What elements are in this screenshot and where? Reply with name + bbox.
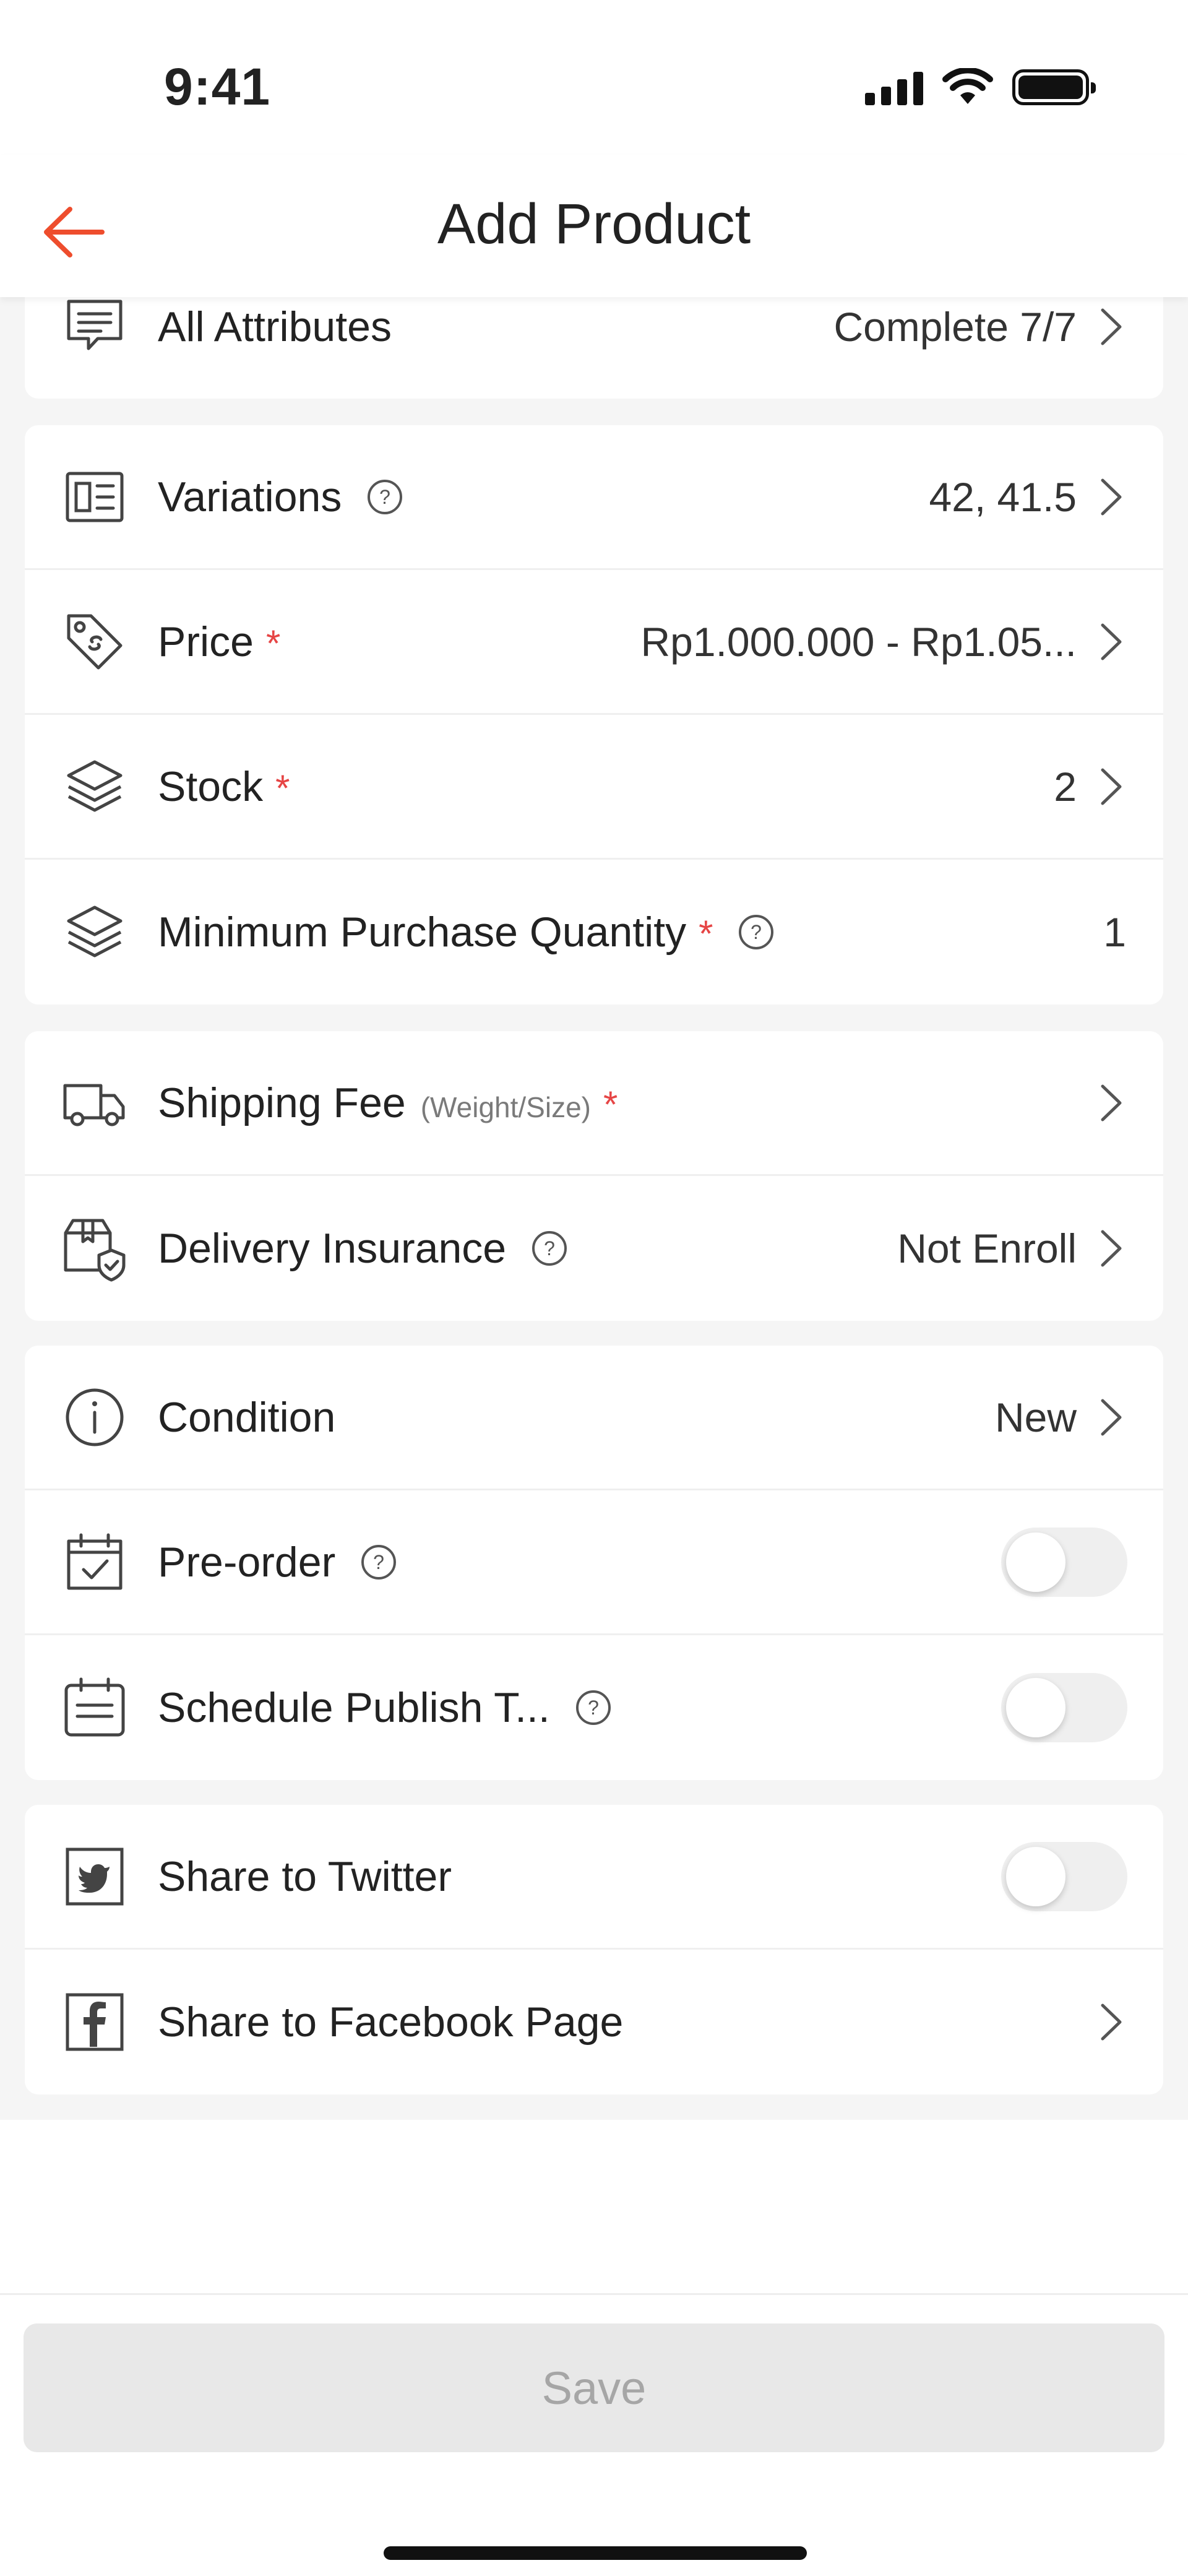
- variations-value: 42, 41.5: [929, 473, 1077, 520]
- all-attributes-label: All Attributes: [158, 303, 392, 350]
- variations-label: Variations: [158, 473, 342, 521]
- share-facebook-label: Share to Facebook Page: [158, 1999, 624, 2046]
- svg-text:?: ?: [379, 486, 390, 508]
- price-tag-icon: [61, 608, 129, 676]
- schedule-publish-row: Schedule Publish T... ?: [25, 1635, 1163, 1780]
- help-icon[interactable]: ?: [366, 478, 403, 516]
- cellular-signal-icon: [865, 68, 923, 105]
- required-marker: *: [603, 1083, 618, 1125]
- chevron-right-icon: [1101, 308, 1122, 345]
- status-icons: [865, 68, 1096, 105]
- status-time: 9:41: [164, 58, 271, 116]
- svg-text:?: ?: [751, 921, 762, 943]
- info-circle-icon: [61, 1383, 129, 1451]
- condition-label: Condition: [158, 1393, 336, 1441]
- chevron-right-icon: [1101, 1230, 1122, 1267]
- share-twitter-row: Share to Twitter: [25, 1805, 1163, 1950]
- calendar-check-icon: [61, 1528, 129, 1596]
- stock-row[interactable]: Stock * 2: [25, 715, 1163, 860]
- delivery-insurance-value: Not Enroll: [897, 1225, 1077, 1271]
- shipping-fee-sublabel: (Weight/Size): [420, 1091, 591, 1123]
- variations-icon: [61, 463, 129, 531]
- help-icon[interactable]: ?: [531, 1230, 568, 1267]
- all-attributes-row[interactable]: All Attributes Complete 7/7: [25, 291, 1163, 363]
- facebook-icon: [61, 1988, 129, 2056]
- navigation-header: Add Product: [0, 155, 1188, 297]
- share-facebook-row[interactable]: Share to Facebook Page: [25, 1950, 1163, 2094]
- svg-text:?: ?: [588, 1696, 599, 1719]
- layers-icon: [61, 898, 129, 966]
- twitter-icon: [61, 1843, 129, 1911]
- required-marker: *: [265, 622, 281, 664]
- chevron-right-icon: [1101, 1084, 1122, 1121]
- chevron-right-icon: [1101, 478, 1122, 515]
- chevron-right-icon: [1101, 1399, 1122, 1435]
- stock-label: Stock: [158, 763, 264, 810]
- schedule-publish-label: Schedule Publish T...: [158, 1684, 550, 1731]
- price-label: Price: [158, 618, 254, 665]
- help-icon[interactable]: ?: [360, 1544, 397, 1581]
- min-purchase-label: Minimum Purchase Quantity: [158, 909, 687, 956]
- list-doc-icon: [61, 291, 129, 359]
- required-marker: *: [275, 767, 290, 809]
- battery-icon: [1012, 69, 1096, 105]
- calendar-schedule-icon: [61, 1674, 129, 1742]
- all-attributes-value: Complete 7/7: [833, 304, 1077, 350]
- svg-text:?: ?: [373, 1551, 384, 1573]
- pre-order-toggle[interactable]: [1001, 1527, 1127, 1597]
- condition-row[interactable]: Condition New: [25, 1346, 1163, 1490]
- shipping-card: Shipping Fee (Weight/Size) * Delivery In…: [25, 1031, 1163, 1321]
- pre-order-row: Pre-order ?: [25, 1490, 1163, 1635]
- pricing-card: Variations ? 42, 41.5 Price * Rp1.000.00: [25, 425, 1163, 1005]
- attributes-card: All Attributes Complete 7/7: [25, 291, 1163, 399]
- delivery-insurance-label: Delivery Insurance: [158, 1225, 507, 1272]
- min-purchase-value[interactable]: 1: [1103, 909, 1126, 956]
- chevron-right-icon: [1101, 2003, 1122, 2041]
- insurance-box-icon: [61, 1214, 129, 1282]
- bottom-action-bar: Save: [0, 2293, 1188, 2576]
- delivery-insurance-row[interactable]: Delivery Insurance ? Not Enroll: [25, 1176, 1163, 1321]
- stock-value: 2: [1054, 763, 1077, 810]
- share-twitter-toggle[interactable]: [1001, 1841, 1127, 1911]
- shipping-fee-row[interactable]: Shipping Fee (Weight/Size) *: [25, 1031, 1163, 1176]
- share-twitter-label: Share to Twitter: [158, 1852, 452, 1900]
- chevron-right-icon: [1101, 623, 1122, 660]
- price-value: Rp1.000.000 - Rp1.05...: [640, 618, 1077, 665]
- help-icon[interactable]: ?: [738, 914, 775, 951]
- content-padding: [0, 2120, 1188, 2293]
- chevron-right-icon: [1101, 768, 1122, 805]
- save-button[interactable]: Save: [24, 2323, 1164, 2452]
- pre-order-label: Pre-order: [158, 1538, 336, 1586]
- required-marker: *: [699, 913, 713, 954]
- shipping-fee-label: Shipping Fee: [158, 1079, 406, 1126]
- home-indicator: [384, 2546, 807, 2560]
- status-bar: 9:41: [0, 0, 1188, 155]
- help-icon[interactable]: ?: [575, 1689, 612, 1726]
- truck-icon: [61, 1069, 129, 1137]
- svg-text:?: ?: [544, 1237, 555, 1260]
- price-row[interactable]: Price * Rp1.000.000 - Rp1.05...: [25, 570, 1163, 715]
- condition-card: Condition New Pre-order ? Schedule Publi…: [25, 1346, 1163, 1780]
- add-product-screen: 9:41 Add Product All Attributes Complete…: [0, 0, 1188, 2576]
- condition-value: New: [994, 1394, 1077, 1440]
- sharing-card: Share to Twitter Share to Facebook Page: [25, 1805, 1163, 2094]
- min-purchase-row[interactable]: Minimum Purchase Quantity * ? 1: [25, 860, 1163, 1005]
- variations-row[interactable]: Variations ? 42, 41.5: [25, 425, 1163, 570]
- layers-icon: [61, 753, 129, 821]
- page-title: Add Product: [437, 192, 751, 256]
- wifi-icon: [942, 68, 993, 104]
- schedule-publish-toggle[interactable]: [1001, 1673, 1127, 1742]
